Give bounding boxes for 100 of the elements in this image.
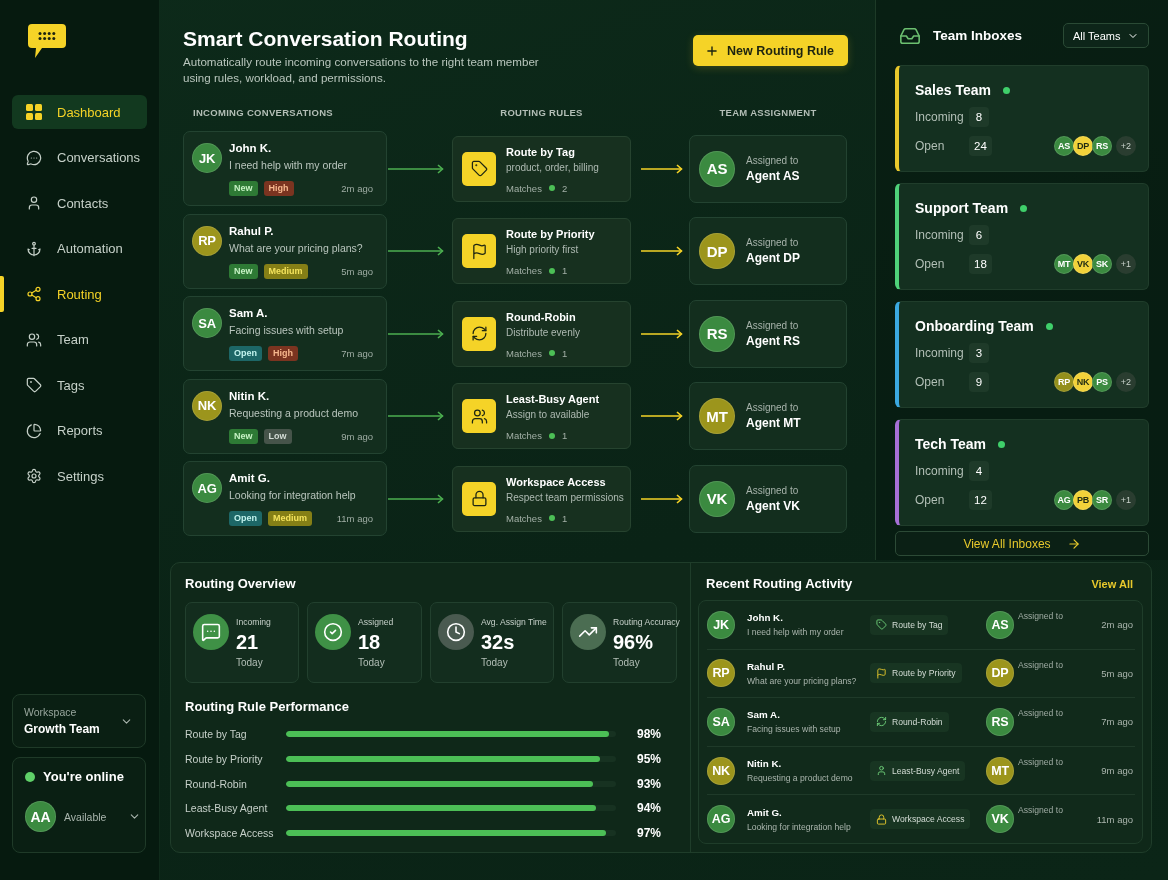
nav-item[interactable]: Conversations	[0, 140, 147, 175]
conversation-card[interactable]: SA Sam A. Facing issues with setup Open High 7m ago	[183, 296, 387, 371]
nav-item[interactable]: Settings	[0, 459, 147, 493]
avatar: RS	[1092, 136, 1112, 156]
conversation-card[interactable]: AG Amit G. Looking for integration help Open Medium 11m ago	[183, 461, 387, 536]
open-label: Open	[915, 493, 946, 507]
avatar: AG	[192, 473, 222, 503]
arrow-icon	[641, 328, 683, 339]
message-preview: Requesting a product demo	[229, 405, 359, 420]
avatar: RP	[192, 225, 222, 256]
contact-name: Amit G.	[229, 471, 271, 485]
percentage-value: 97%	[636, 826, 663, 841]
rule-name: Route by Priority	[185, 753, 264, 766]
rule-description: Distribute evenly	[506, 325, 580, 339]
team-name: Onboarding Team	[915, 318, 1034, 334]
team-filter-dropdown[interactable]: All Teams	[1063, 23, 1149, 48]
status-tag: Open	[229, 511, 262, 526]
lock-icon	[876, 813, 887, 825]
nav-item[interactable]: Dashboard	[0, 95, 147, 129]
rule-name: Least-Busy Agent	[185, 802, 269, 815]
avatar: RS	[699, 315, 735, 352]
message-preview: Facing issues with setup	[229, 323, 345, 337]
assignment-card[interactable]: AS Assigned to Agent AS	[689, 134, 847, 203]
status-tag: High	[263, 181, 294, 196]
view-all-link[interactable]: View All	[1091, 578, 1133, 590]
status-tag: New	[229, 181, 258, 196]
nav-item[interactable]: Tags	[0, 368, 147, 402]
new-rule-button[interactable]: New Routing Rule	[693, 35, 848, 66]
status-tag: Open	[229, 346, 262, 361]
nav-item[interactable]: Reports	[0, 413, 147, 448]
team-inbox-card[interactable]: Onboarding Team Incoming 3 Open 9 RP NK PS +2	[895, 301, 1149, 408]
avatar: DP	[699, 233, 735, 269]
nav-item[interactable]: Automation	[0, 231, 147, 266]
avatar: SA	[707, 708, 735, 736]
avatar: DP	[986, 659, 1014, 688]
routing-rule-card[interactable]: Workspace Access Respect team permissions Matches 1	[452, 465, 631, 532]
view-all-inboxes-button[interactable]: View All Inboxes	[895, 531, 1149, 556]
settings-icon	[26, 468, 42, 484]
avatar: SA	[192, 308, 222, 338]
status-tag: New	[229, 263, 258, 279]
rule-description: High priority first	[506, 243, 580, 256]
assignment-card[interactable]: VK Assigned to Agent VK	[689, 464, 847, 533]
avatar: JK	[192, 143, 222, 173]
matches-label: Matches	[506, 181, 542, 195]
stat-value: 96%	[613, 630, 655, 654]
assignment-card[interactable]: DP Assigned to Agent DP	[689, 217, 847, 285]
matches-count: 2	[561, 181, 568, 195]
chat-logo-icon	[28, 24, 66, 58]
assignment-card[interactable]: MT Assigned to Agent MT	[689, 382, 847, 450]
nav-item[interactable]: Routing	[0, 277, 147, 311]
timestamp: 9m ago	[1101, 765, 1134, 777]
timestamp: 5m ago	[341, 265, 373, 277]
avatar: MT	[986, 756, 1014, 785]
team-inbox-card[interactable]: Tech Team Incoming 4 Open 12 AG PB SR +1	[895, 419, 1149, 526]
avatar: VK	[1073, 254, 1093, 274]
message-preview: Requesting a product demo	[747, 772, 854, 785]
avatar: SK	[1092, 254, 1112, 274]
routing-rule-card[interactable]: Route by Priority High priority first Matches 1	[452, 218, 631, 284]
stat-label: Avg. Assign Time	[481, 617, 547, 628]
contact-name: Nitin K.	[229, 388, 271, 403]
status-tag: New	[229, 428, 258, 444]
workspace-selector[interactable]: Workspace Growth Team	[12, 694, 146, 748]
percentage-value: 93%	[636, 776, 663, 791]
section-title: Routing Rule Performance	[185, 698, 350, 716]
dot-icon	[548, 515, 555, 521]
column-heading: ROUTING RULES	[500, 107, 583, 119]
rule-chip: Route by Tag	[870, 614, 949, 635]
count-chip: 8	[969, 107, 989, 127]
stat-label: Incoming	[236, 617, 271, 628]
routing-rule-card[interactable]: Route by Tag product, order, billing Matches 2	[452, 135, 631, 202]
section-title: Recent Routing Activity	[706, 575, 853, 593]
contact-name: Sam A.	[747, 708, 781, 722]
stat-value: 18	[358, 630, 382, 654]
nav-item[interactable]: Team	[0, 322, 147, 357]
timestamp: 9m ago	[341, 430, 373, 442]
team-inbox-card[interactable]: Sales Team Incoming 8 Open 24 AS DP RS +2	[895, 65, 1149, 172]
more-members-count: +1	[1116, 490, 1136, 510]
availability-dropdown[interactable]: Available	[64, 810, 142, 823]
rule-description: Assign to available	[506, 408, 591, 421]
team-name: Tech Team	[915, 436, 987, 452]
rule-title: Route by Priority	[506, 228, 595, 241]
team-inbox-card[interactable]: Support Team Incoming 6 Open 18 MT VK SK +1	[895, 183, 1149, 290]
assignment-card[interactable]: RS Assigned to Agent RS	[689, 299, 847, 368]
tag-icon	[26, 377, 42, 393]
circular-arrows-icon	[462, 316, 496, 351]
conversation-card[interactable]: RP Rahul P. What are your pricing plans? New Medium 5m ago	[183, 213, 387, 289]
avatar: JK	[707, 610, 735, 639]
routing-rule-card[interactable]: Round-Robin Distribute evenly Matches 1	[452, 300, 631, 367]
section-title: Routing Overview	[185, 575, 297, 593]
column-heading: TEAM ASSIGNMENT	[719, 107, 817, 119]
timestamp: 2m ago	[341, 183, 373, 194]
stat-label: Routing Accuracy	[613, 617, 680, 628]
conversation-card[interactable]: JK John K. I need help with my order New High 2m ago	[183, 131, 387, 206]
matches-count: 1	[561, 346, 568, 360]
nav-item[interactable]: Contacts	[0, 186, 147, 220]
avatar: AS	[986, 610, 1014, 639]
conversation-card[interactable]: NK Nitin K. Requesting a product demo New Low 9m ago	[183, 378, 387, 454]
percentage-value: 98%	[636, 727, 663, 742]
flag-icon	[876, 667, 887, 679]
routing-rule-card[interactable]: Least-Busy Agent Assign to available Matches 1	[452, 383, 631, 449]
